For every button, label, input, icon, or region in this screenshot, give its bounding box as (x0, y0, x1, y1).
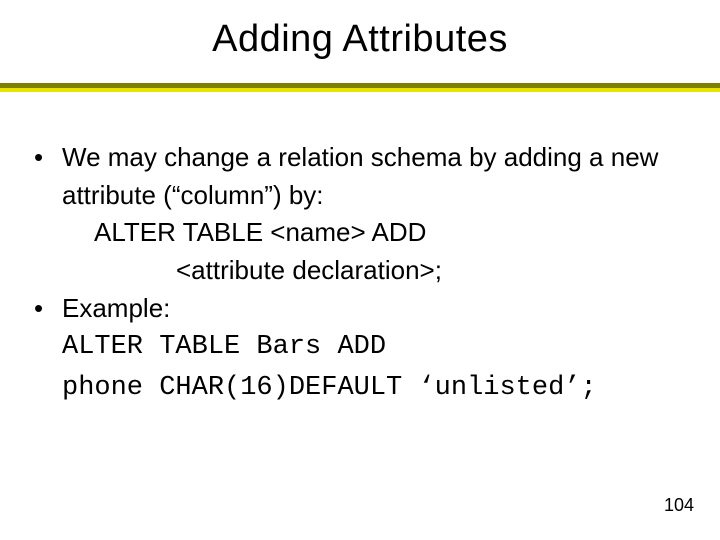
slide-title: Adding Attributes (0, 0, 720, 71)
bullet-sub-line: ALTER TABLE <name> ADD (34, 214, 686, 252)
page-number: 104 (664, 495, 694, 516)
bullet-item: • We may change a relation schema by add… (34, 139, 686, 214)
code-line: ALTER TABLE Bars ADD (62, 327, 686, 368)
bullet-glyph: • (34, 290, 62, 328)
bullet-text: We may change a relation schema by addin… (62, 139, 686, 214)
underline-bar-light (0, 88, 720, 92)
bullet-item: • Example: (34, 290, 686, 328)
bullet-sub-line: <attribute declaration>; (34, 252, 686, 290)
slide: Adding Attributes • We may change a rela… (0, 0, 720, 540)
code-block: ALTER TABLE Bars ADD phone CHAR(16)DEFAU… (34, 327, 686, 408)
title-underline (0, 83, 720, 93)
slide-body: • We may change a relation schema by add… (0, 93, 720, 408)
code-line: phone CHAR(16)DEFAULT ‘unlisted’; (62, 368, 686, 409)
bullet-text: Example: (62, 290, 686, 328)
bullet-glyph: • (34, 139, 62, 214)
